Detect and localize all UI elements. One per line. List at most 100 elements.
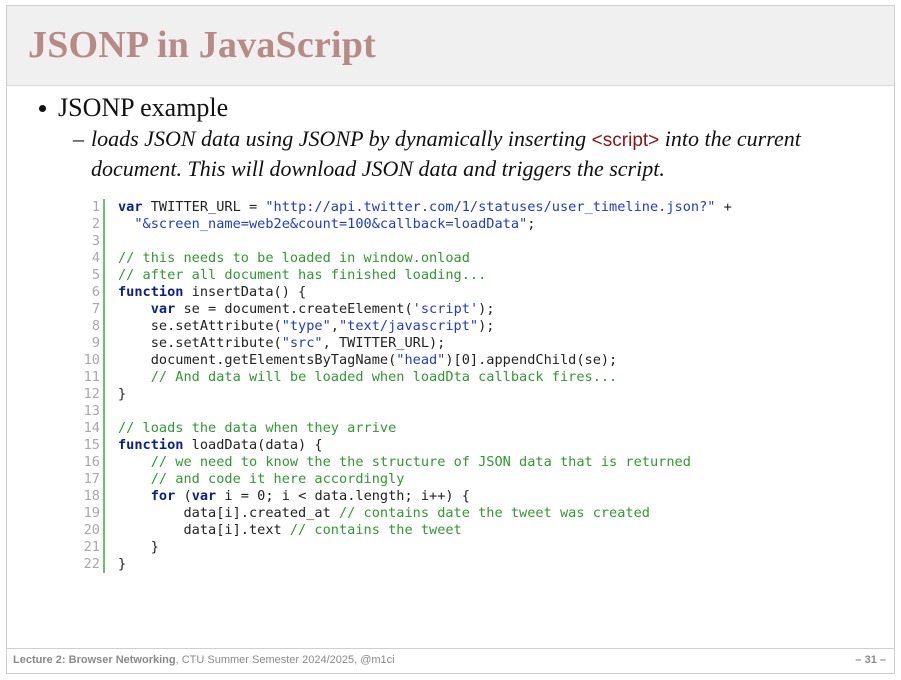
code-text: document.getElementsByTagName("head")[0]… [118, 352, 618, 369]
code-text: data[i].text // contains the tweet [118, 522, 462, 539]
code-text: "&screen_name=web2e&count=100&callback=l… [118, 216, 535, 233]
bullet-item: JSONP example [33, 93, 228, 123]
code-token: function [118, 437, 184, 453]
code-line: 18 for (var i = 0; i < data.length; i++)… [82, 488, 732, 505]
code-text: // And data will be loaded when loadDta … [118, 369, 618, 386]
line-number: 18 [82, 488, 105, 505]
code-line: 14 // loads the data when they arrive [82, 420, 732, 437]
line-number: 17 [82, 471, 105, 488]
code-token: // and code it here accordingly [150, 471, 405, 487]
sub-text-part-1: loads JSON data using JSONP by dynamical… [91, 126, 592, 151]
line-number: 3 [82, 233, 105, 250]
sub-bullet: – loads JSON data using JSONP by dynamic… [73, 125, 873, 183]
code-text: } [118, 539, 159, 556]
code-text: var se = document.createElement('script'… [118, 301, 495, 318]
code-token: se.setAttribute( [118, 318, 282, 334]
title-bar: JSONP in JavaScript [7, 6, 894, 86]
code-token: var [118, 199, 143, 215]
code-text: data[i].created_at // contains date the … [118, 505, 650, 522]
line-number: 16 [82, 454, 105, 471]
code-line: 22} [82, 556, 732, 573]
code-text: } [118, 386, 126, 403]
code-token: 'script' [412, 301, 479, 317]
code-line: 6 function insertData() { [82, 284, 732, 301]
bullet-dot-icon [39, 104, 46, 112]
code-token: "head" [396, 352, 446, 368]
footer-text: Lecture 2: Browser Networking, CTU Summe… [13, 654, 395, 666]
code-token: // And data will be loaded when loadDta … [150, 369, 618, 385]
code-token: TWITTER_URL = [142, 199, 266, 215]
code-token: )[0].appendChild(se); [445, 352, 618, 368]
page-number: – 31 – [855, 654, 886, 666]
code-line: 1 var TWITTER_URL = "http://api.twitter.c… [82, 199, 732, 216]
code-line: 12} [82, 386, 732, 403]
code-token: ); [478, 318, 495, 334]
line-number: 12 [82, 386, 105, 403]
code-token: function [118, 284, 184, 300]
code-token: data[i].text [118, 522, 290, 538]
code-token: // we need to know the the structure of … [150, 454, 691, 470]
code-token: // after all document has finished loadi… [118, 267, 487, 283]
code-token: ( [175, 488, 192, 504]
code-token: for [150, 488, 176, 504]
code-line: 13 [82, 403, 732, 420]
code-line: 10 document.getElementsByTagName("head")… [82, 352, 732, 369]
code-line: 15 function loadData(data) { [82, 437, 732, 454]
line-number: 20 [82, 522, 105, 539]
line-number: 14 [82, 420, 105, 437]
code-text: se.setAttribute("type","text/javascript"… [118, 318, 495, 335]
slide-title: JSONP in JavaScript [28, 24, 376, 66]
code-token: } [118, 539, 159, 555]
code-token: // this needs to be loaded in window.onl… [118, 250, 470, 266]
line-number: 11 [82, 369, 105, 386]
code-text: // and code it here accordingly [118, 471, 405, 488]
bullet-text: JSONP example [58, 93, 229, 122]
code-token: // contains the tweet [289, 522, 462, 538]
code-line: 21 } [82, 539, 732, 556]
code-line: 8 se.setAttribute("type","text/javascrip… [82, 318, 732, 335]
code-token: "src" [281, 335, 323, 351]
code-line: 20 data[i].text // contains the tweet [82, 522, 732, 539]
code-line: 3 [82, 233, 732, 250]
line-number: 7 [82, 301, 105, 318]
code-token: loadData(data) { [183, 437, 323, 453]
code-token: "type" [281, 318, 331, 334]
code-token: var [191, 488, 217, 504]
line-number: 19 [82, 505, 105, 522]
line-number: 8 [82, 318, 105, 335]
footer-lecture: Lecture 2: Browser Networking [13, 654, 176, 666]
code-token: "&screen_name=web2e&count=100&callback=l… [134, 216, 528, 232]
code-token: i = 0; i < data.length; i++) { [216, 488, 470, 504]
code-text: // after all document has finished loadi… [118, 267, 486, 284]
code-text: for (var i = 0; i < data.length; i++) { [118, 488, 470, 505]
code-token: , [330, 318, 339, 334]
line-number: 5 [82, 267, 105, 284]
code-line: 9 se.setAttribute("src", TWITTER_URL); [82, 335, 732, 352]
line-number: 15 [82, 437, 105, 454]
code-text: // loads the data when they arrive [118, 420, 396, 437]
code-listing: 1 var TWITTER_URL = "http://api.twitter.c… [82, 199, 732, 573]
code-text: } [118, 556, 126, 573]
slide: JSONP in JavaScript JSONP example – load… [6, 5, 895, 674]
code-token: document.getElementsByTagName( [118, 352, 397, 368]
code-token: se = document.createElement( [175, 301, 413, 317]
code-text: // we need to know the the structure of … [118, 454, 691, 471]
code-token: // contains date the tweet was created [338, 505, 650, 521]
code-text: function loadData(data) { [118, 437, 323, 454]
code-line: 2 "&screen_name=web2e&count=100&callback… [82, 216, 732, 233]
code-token: // loads the data when they arrive [118, 420, 397, 436]
code-line: 7 var se = document.createElement('scrip… [82, 301, 732, 318]
dash-icon: – [73, 126, 84, 151]
code-text: se.setAttribute("src", TWITTER_URL); [118, 335, 446, 352]
code-token: insertData() { [183, 284, 307, 300]
sub-bullet-text: loads JSON data using JSONP by dynamical… [73, 125, 873, 183]
code-line: 19 data[i].created_at // contains date t… [82, 505, 732, 522]
code-line: 17 // and code it here accordingly [82, 471, 732, 488]
code-token: data[i].created_at [118, 505, 339, 521]
